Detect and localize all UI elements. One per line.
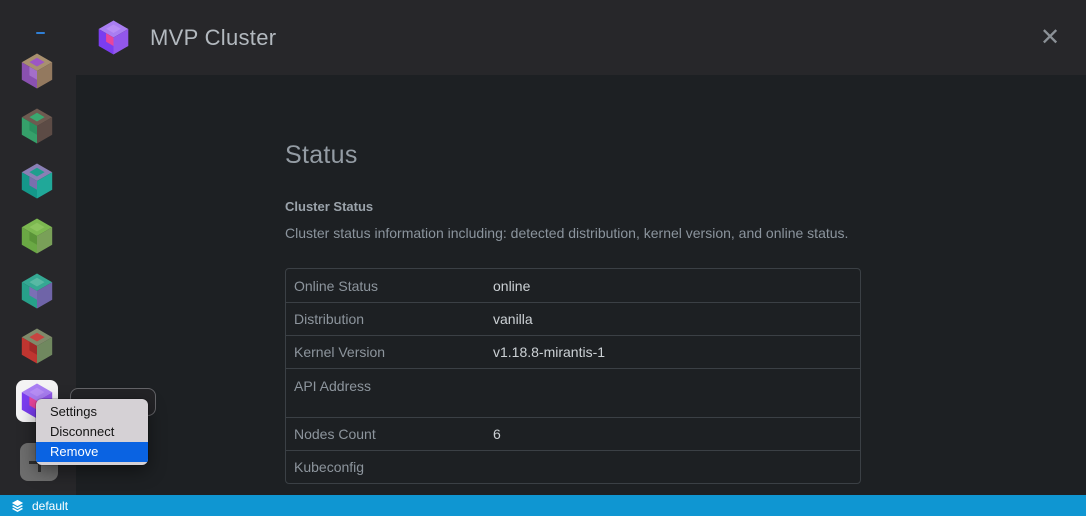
row-label: Nodes Count — [286, 426, 493, 442]
layers-icon — [10, 498, 25, 513]
row-label: Kubeconfig — [286, 459, 493, 475]
row-label: Distribution — [286, 311, 493, 327]
row-label: API Address — [286, 369, 493, 394]
table-row: API Address — [286, 368, 860, 417]
section-title: Cluster Status — [285, 199, 1086, 214]
sidebar-indicator — [36, 32, 45, 34]
status-table: Online StatusonlineDistributionvanillaKe… — [285, 268, 861, 484]
menu-item-settings[interactable]: Settings — [36, 402, 148, 422]
row-value: vanilla — [493, 311, 533, 327]
page-title: Status — [285, 141, 1086, 170]
cluster-logo-icon — [95, 19, 132, 56]
row-label: Online Status — [286, 278, 493, 294]
section-description: Cluster status information including: de… — [285, 225, 1086, 241]
menu-item-remove[interactable]: Remove — [36, 442, 148, 462]
status-bar: default — [0, 495, 1086, 516]
sidebar-cluster-1[interactable] — [16, 50, 58, 92]
sidebar-cluster-2[interactable] — [16, 105, 58, 147]
row-value: 6 — [493, 426, 501, 442]
sidebar-cluster-5[interactable] — [16, 270, 58, 312]
row-value: online — [493, 278, 530, 294]
table-row: Kubeconfig — [286, 450, 860, 483]
namespace-label[interactable]: default — [32, 499, 68, 513]
row-label: Kernel Version — [286, 344, 493, 360]
sidebar-cluster-6[interactable] — [16, 325, 58, 367]
table-row: Distributionvanilla — [286, 302, 860, 335]
menu-item-disconnect[interactable]: Disconnect — [36, 422, 148, 442]
row-value: v1.18.8-mirantis-1 — [493, 344, 605, 360]
sidebar-cluster-3[interactable] — [16, 160, 58, 202]
table-row: Online Statusonline — [286, 269, 860, 302]
window-header: MVP Cluster ✕ — [0, 0, 1086, 75]
table-row: Nodes Count6 — [286, 417, 860, 450]
sidebar-cluster-4[interactable] — [16, 215, 58, 257]
settings-content: Status Cluster Status Cluster status inf… — [76, 75, 1086, 495]
table-row: Kernel Versionv1.18.8-mirantis-1 — [286, 335, 860, 368]
close-icon[interactable]: ✕ — [1036, 24, 1064, 52]
window-title: MVP Cluster — [150, 25, 276, 51]
context-menu: SettingsDisconnectRemove — [36, 399, 148, 465]
